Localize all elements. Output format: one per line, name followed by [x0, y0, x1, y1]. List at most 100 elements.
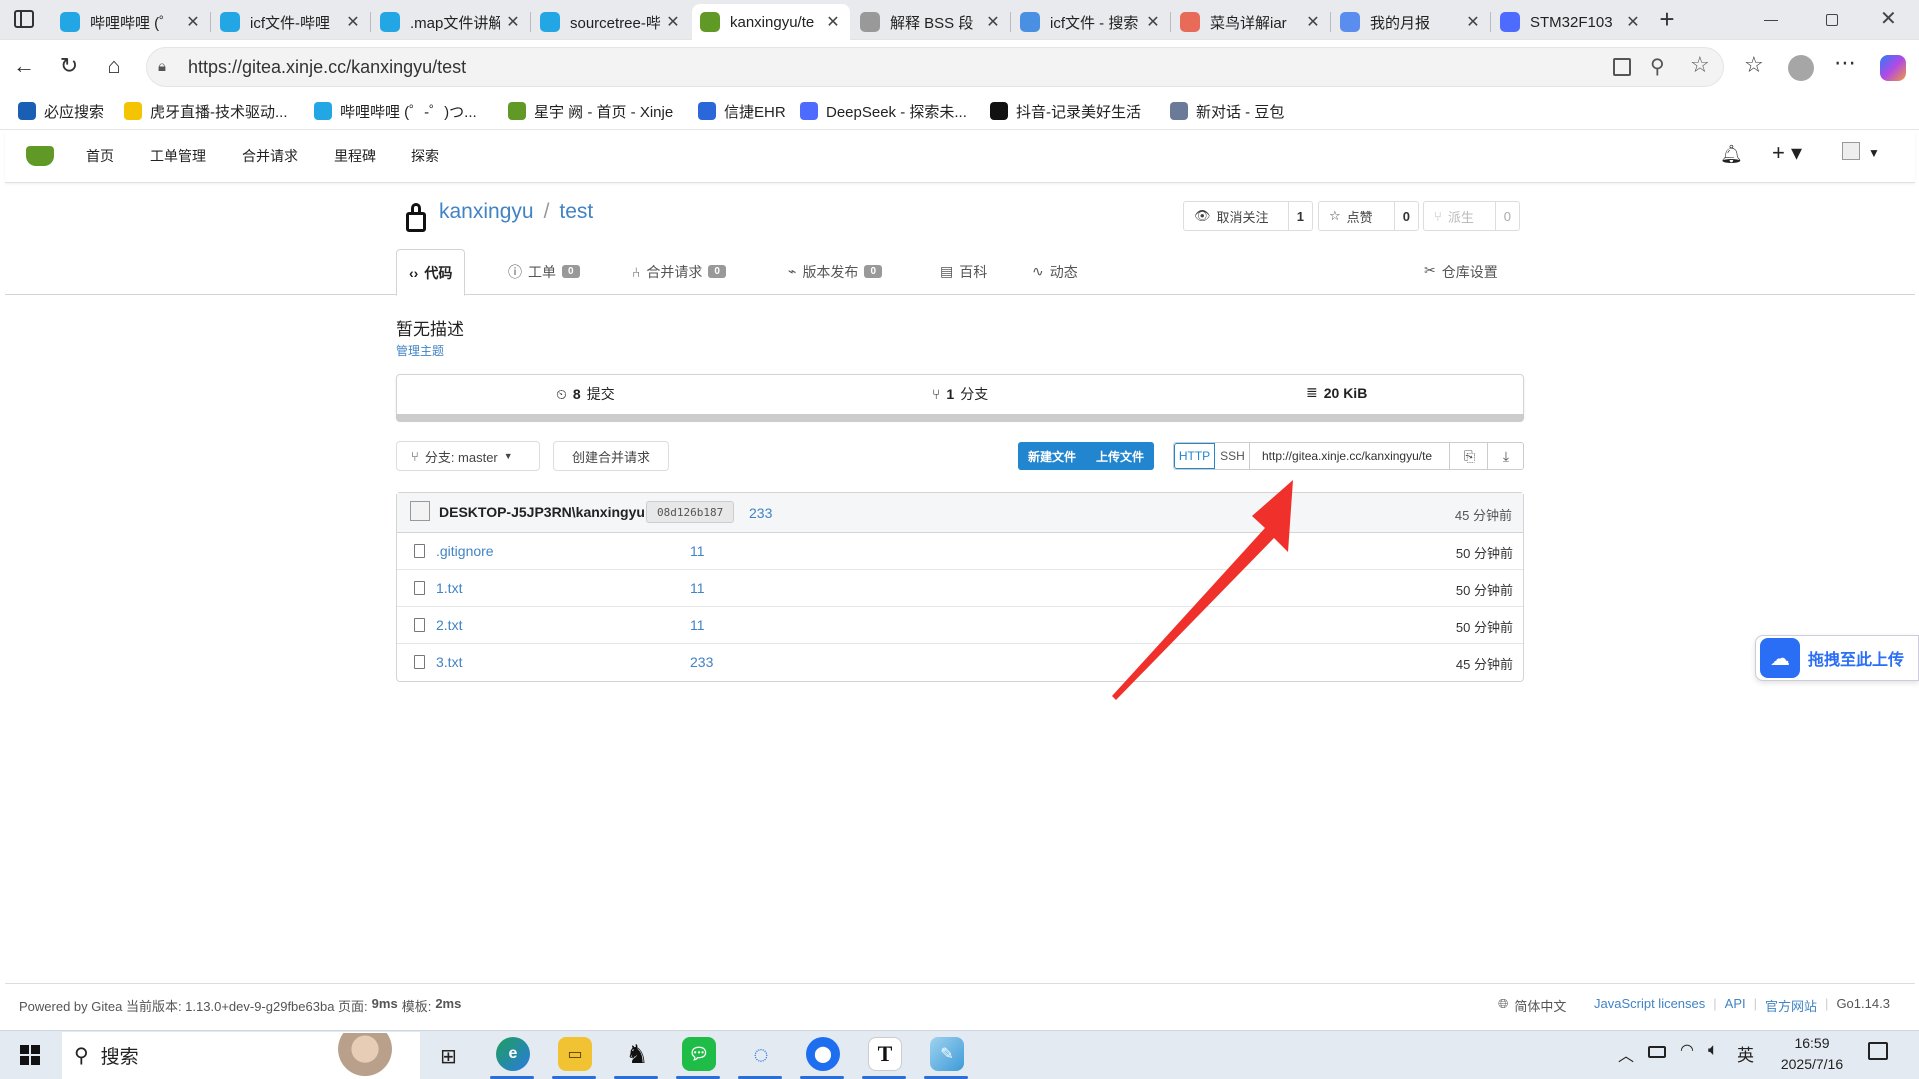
- file-name-link[interactable]: 3.txt: [436, 654, 462, 670]
- typora-icon[interactable]: T: [868, 1037, 902, 1071]
- commit-message-link[interactable]: 233: [749, 505, 772, 521]
- bookmark-item[interactable]: 星宇 阙 - 首页 - Xinje: [508, 100, 673, 122]
- back-icon[interactable]: ←: [10, 52, 38, 80]
- watch-button[interactable]: 👁︎ 取消关注 1: [1183, 201, 1313, 231]
- new-file-button[interactable]: 新建文件: [1018, 442, 1086, 470]
- clone-ssh-button[interactable]: SSH: [1216, 443, 1250, 469]
- repo-tab[interactable]: ⑃ 合并请求 0: [620, 249, 738, 294]
- commits-stat[interactable]: ⏲ 8 提交: [556, 384, 615, 404]
- close-tab-icon[interactable]: ✕: [1304, 12, 1322, 32]
- user-avatar-menu[interactable]: [1842, 142, 1860, 160]
- copy-clone-url-icon[interactable]: ⎘: [1452, 443, 1488, 469]
- notifications-bell-icon[interactable]: 🔔︎: [1720, 144, 1743, 165]
- close-tab-icon[interactable]: ✕: [504, 12, 522, 32]
- reload-icon[interactable]: ↻: [55, 52, 83, 80]
- commit-author[interactable]: DESKTOP-J5JP3RN\kanxingyu: [439, 504, 645, 520]
- browser-tab[interactable]: icf文件 - 搜索 ✕: [1012, 4, 1170, 40]
- upload-file-button[interactable]: 上传文件: [1086, 442, 1154, 470]
- notifications-icon[interactable]: [1868, 1042, 1888, 1060]
- tray-overflow-icon[interactable]: ︿: [1618, 1042, 1634, 1066]
- zoom-icon[interactable]: ⚲: [1650, 54, 1665, 79]
- browser-tab[interactable]: 菜鸟详解iar ✕: [1172, 4, 1330, 40]
- bookmark-item[interactable]: 新对话 - 豆包: [1170, 100, 1284, 122]
- qq-icon[interactable]: ♞: [620, 1037, 654, 1071]
- file-explorer-icon[interactable]: ▭: [558, 1037, 592, 1071]
- close-tab-icon[interactable]: ✕: [1624, 12, 1642, 32]
- bookmark-item[interactable]: 抖音-记录美好生活: [990, 100, 1141, 122]
- repo-name-link[interactable]: test: [559, 200, 593, 224]
- taskbar-clock[interactable]: 16:59 2025/7/16: [1772, 1033, 1852, 1075]
- tab-actions-icon[interactable]: [14, 10, 34, 28]
- browser-tab[interactable]: STM32F103 ✕: [1492, 4, 1650, 40]
- branch-selector[interactable]: ⑂ 分支: master ▼: [396, 441, 540, 471]
- windows-start-icon[interactable]: [20, 1045, 40, 1065]
- browser-tab[interactable]: kanxingyu/te ✕: [692, 4, 850, 40]
- file-name-link[interactable]: 1.txt: [436, 580, 462, 596]
- wifi-icon[interactable]: ◠: [1680, 1040, 1694, 1060]
- bookmark-item[interactable]: DeepSeek - 探索未...: [800, 100, 967, 122]
- chat-bubble-icon[interactable]: ◌: [744, 1037, 778, 1071]
- input-method-indicator[interactable]: 英: [1737, 1041, 1754, 1066]
- repo-owner-link[interactable]: kanxingyu: [439, 200, 534, 224]
- notepad-icon[interactable]: ✎: [930, 1037, 964, 1071]
- map-pin-icon[interactable]: ⬤: [806, 1037, 840, 1071]
- task-view-icon[interactable]: ⊞: [440, 1044, 457, 1069]
- site-info-icon[interactable]: 🔒︎: [158, 58, 166, 75]
- gitea-nav-item[interactable]: 探索: [411, 146, 439, 166]
- star-button[interactable]: ☆ 点赞 0: [1318, 201, 1419, 231]
- repo-tab[interactable]: ⌁ 版本发布 0: [776, 249, 894, 294]
- browser-tab[interactable]: 我的月报 ✕: [1332, 4, 1490, 40]
- bookmark-item[interactable]: 必应搜索: [18, 100, 104, 122]
- new-tab-button[interactable]: +: [1652, 4, 1682, 35]
- gitea-logo[interactable]: [26, 146, 54, 166]
- js-licenses-link[interactable]: JavaScript licenses: [1594, 996, 1705, 1015]
- close-tab-icon[interactable]: ✕: [664, 12, 682, 32]
- file-commit-message-link[interactable]: 233: [690, 654, 713, 670]
- clone-http-button[interactable]: HTTP: [1174, 443, 1215, 469]
- bookmark-item[interactable]: 虎牙直播-技术驱动...: [124, 100, 288, 122]
- url-text[interactable]: https://gitea.xinje.cc/kanxingyu/test: [188, 57, 466, 78]
- close-tab-icon[interactable]: ✕: [184, 12, 202, 32]
- repo-tab[interactable]: ‹› 代码: [396, 249, 466, 296]
- download-icon[interactable]: ⤓: [1488, 443, 1524, 469]
- file-commit-message-link[interactable]: 11: [690, 580, 705, 596]
- language-selector[interactable]: 🌐︎ 简体中文: [1498, 996, 1566, 1015]
- browser-tab[interactable]: .map文件讲解 ✕: [372, 4, 530, 40]
- manage-topics-link[interactable]: 管理主题: [396, 342, 444, 359]
- close-window-button[interactable]: ✕: [1880, 6, 1897, 31]
- drag-upload-widget[interactable]: ☁ 拖拽至此上传: [1755, 635, 1919, 681]
- browser-tab[interactable]: 解释 BSS 段 ✕: [852, 4, 1010, 40]
- repo-tab[interactable]: ▤ 百科: [928, 249, 999, 294]
- volume-icon[interactable]: 🔈︎: [1708, 1040, 1718, 1060]
- branches-stat[interactable]: ⑂ 1 分支: [932, 384, 988, 404]
- clone-url-input[interactable]: http://gitea.xinje.cc/kanxingyu/te: [1252, 443, 1450, 469]
- repo-settings-tab[interactable]: ✂ 仓库设置: [1424, 262, 1498, 282]
- file-commit-message-link[interactable]: 11: [690, 543, 705, 559]
- bookmark-item[interactable]: 信捷EHR: [698, 100, 786, 122]
- commit-sha-button[interactable]: 08d126b187: [646, 501, 735, 523]
- copilot-icon[interactable]: [1880, 55, 1906, 81]
- app-available-icon[interactable]: [1613, 58, 1631, 76]
- create-new-menu[interactable]: + ▾: [1772, 140, 1802, 166]
- gitea-nav-item[interactable]: 工单管理: [150, 146, 206, 166]
- close-tab-icon[interactable]: ✕: [1464, 12, 1482, 32]
- bookmark-item[interactable]: 哔哩哔哩 (゜-゜)つ...: [314, 100, 477, 122]
- browser-tab[interactable]: 哔哩哔哩 (゜ ✕: [52, 4, 210, 40]
- restore-button[interactable]: [1826, 14, 1838, 26]
- user-menu-caret-icon[interactable]: ▼: [1868, 146, 1880, 160]
- favorites-icon[interactable]: ☆: [1744, 52, 1764, 78]
- edge-icon[interactable]: e: [496, 1037, 530, 1071]
- browser-tab[interactable]: sourcetree-哔 ✕: [532, 4, 690, 40]
- official-site-link[interactable]: 官方网站: [1765, 996, 1817, 1015]
- battery-icon[interactable]: [1648, 1046, 1666, 1058]
- repo-tab[interactable]: ⓘ 工单 0: [496, 249, 592, 294]
- file-name-link[interactable]: 2.txt: [436, 617, 462, 633]
- minimize-button[interactable]: [1764, 20, 1778, 21]
- favorite-star-icon[interactable]: ☆: [1690, 52, 1710, 78]
- gitea-nav-item[interactable]: 合并请求: [242, 146, 298, 166]
- api-link[interactable]: API: [1725, 996, 1746, 1015]
- star-count[interactable]: 0: [1395, 209, 1418, 224]
- wechat-icon[interactable]: 💬︎: [682, 1037, 716, 1071]
- gitea-nav-item[interactable]: 里程碑: [334, 146, 376, 166]
- gitea-nav-item[interactable]: 首页: [86, 146, 114, 166]
